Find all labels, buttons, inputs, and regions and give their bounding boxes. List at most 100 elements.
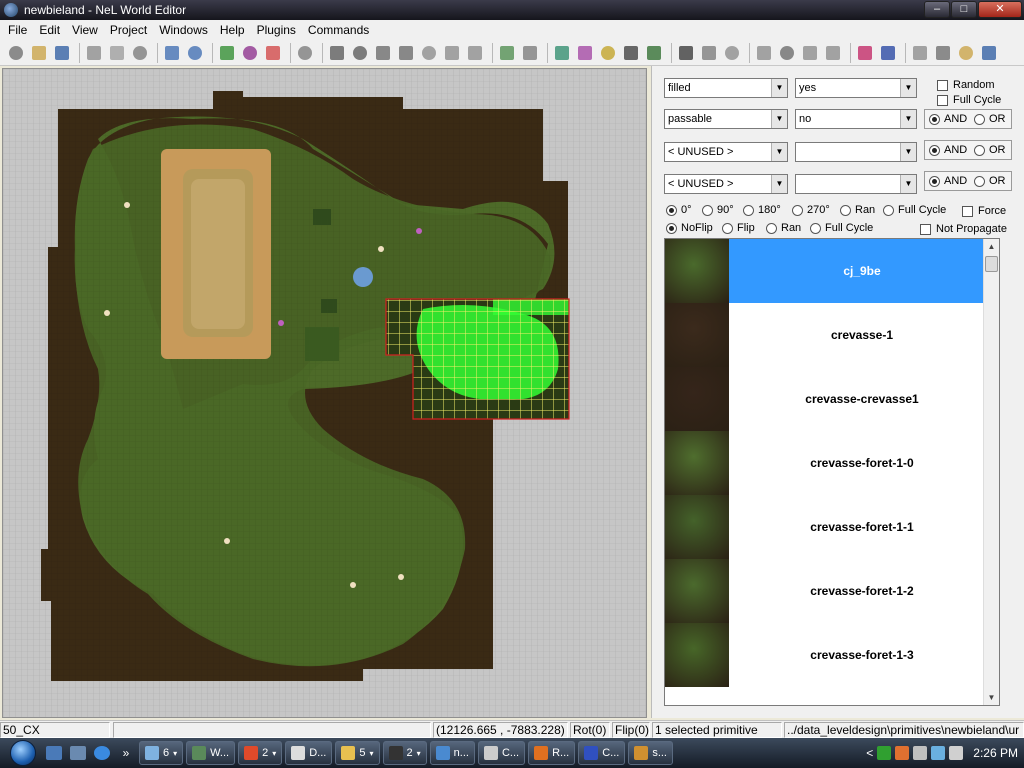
random-checkbox[interactable]: Random [937,79,995,91]
rotate-icon[interactable] [373,43,393,63]
filter-4-and-radio[interactable]: AND [929,175,967,187]
snap-icon[interactable] [419,43,439,63]
rotation-full-cycle-radio[interactable]: Full Cycle [883,204,946,216]
menu-windows[interactable]: Windows [153,23,214,37]
paste-icon[interactable] [130,43,150,63]
scroll-up-icon[interactable]: ▲ [984,239,999,254]
link-icon[interactable] [520,43,540,63]
color-icon[interactable] [263,43,283,63]
tile-item[interactable]: crevasse-foret-1-2 [665,559,995,623]
move-icon[interactable] [350,43,370,63]
dots-icon[interactable] [878,43,898,63]
tray-expand-icon[interactable]: < [866,746,873,760]
frame-icon[interactable] [800,43,820,63]
taskbar-button[interactable]: C... [477,741,526,765]
filter-2-and-radio[interactable]: AND [929,113,967,125]
star-icon[interactable] [598,43,618,63]
filter-3-value-select[interactable]: ▼ [795,142,917,162]
clock[interactable]: 2:26 PM [973,746,1018,760]
maximize-button[interactable]: □ [951,1,977,18]
filter-2-or-radio[interactable]: OR [974,113,1006,125]
filter-4-field-select[interactable]: < UNUSED > ▼ [664,174,788,194]
monitor-icon[interactable] [931,746,946,760]
zoom-icon[interactable] [777,43,797,63]
pointer-icon[interactable] [327,43,347,63]
quick-launch-more-icon[interactable]: » [116,743,136,763]
scale-icon[interactable] [396,43,416,63]
redo-icon[interactable] [185,43,205,63]
rotation-0-radio[interactable]: 0° [666,204,692,216]
cut-icon[interactable] [84,43,104,63]
grid-icon[interactable] [217,43,237,63]
tile-list-scrollbar[interactable]: ▲ ▼ [983,239,999,705]
switch-windows-icon[interactable] [68,743,88,763]
connect-icon[interactable] [295,43,315,63]
flip-random-radio[interactable]: Ran [766,222,801,234]
tile-item[interactable]: crevasse-foret-1-0 [665,431,995,495]
tile-item[interactable]: crevasse-crevasse1 [665,367,995,431]
app-tray-icon[interactable] [895,746,910,760]
rotation-90-radio[interactable]: 90° [702,204,734,216]
tile-item[interactable]: crevasse-foret-1-3 [665,623,995,687]
tile-list[interactable]: crevasse-foret-1-3 crevasse-foret-1-2 crev… [664,238,1000,706]
color-map-icon[interactable] [956,43,976,63]
save-icon[interactable] [52,43,72,63]
taskbar-button[interactable]: D... [285,741,333,765]
taskbar-button[interactable]: C... [578,741,626,765]
tile-item[interactable]: crevasse-foret-1-1 [665,495,995,559]
filter-4-value-select[interactable]: ▼ [795,174,917,194]
filter-3-or-radio[interactable]: OR [974,144,1006,156]
printer-icon[interactable] [913,746,928,760]
menu-help[interactable]: Help [214,23,251,37]
open-folder-icon[interactable] [29,43,49,63]
tile-item[interactable]: cj_9be [665,239,995,303]
map-viewport[interactable] [2,68,647,718]
close-button[interactable]: ✕ [978,1,1022,18]
grid-large-icon[interactable] [699,43,719,63]
full-cycle-checkbox[interactable]: Full Cycle [937,94,1001,106]
camera-icon[interactable] [644,43,664,63]
grid-fine-icon[interactable] [722,43,742,63]
tile-item[interactable]: crevasse-1 [665,303,995,367]
taskbar-button[interactable]: 2 ▾ [238,741,283,765]
filter-3-field-select[interactable]: < UNUSED > ▼ [664,142,788,162]
minimize-button[interactable]: – [924,1,950,18]
menu-file[interactable]: File [2,23,33,37]
target-icon[interactable] [442,43,462,63]
filter-4-or-radio[interactable]: OR [974,175,1006,187]
tree-icon[interactable] [497,43,517,63]
sphere-icon[interactable] [552,43,572,63]
rotation-180-radio[interactable]: 180° [743,204,781,216]
taskbar-button[interactable]: s... [628,741,673,765]
start-button[interactable] [6,738,40,768]
circle-icon[interactable] [465,43,485,63]
taskbar-button[interactable]: W... [186,741,236,765]
not-propagate-checkbox[interactable]: Not Propagate [920,223,1007,235]
network-icon[interactable] [877,746,892,760]
taskbar-button[interactable]: 2 ▾ [382,741,427,765]
brush-icon[interactable] [855,43,875,63]
scrollbar-thumb[interactable] [985,256,998,272]
hub-icon[interactable] [676,43,696,63]
gear-icon[interactable] [575,43,595,63]
menu-commands[interactable]: Commands [302,23,375,37]
menu-plugins[interactable]: Plugins [251,23,302,37]
menu-edit[interactable]: Edit [33,23,66,37]
rotation-random-radio[interactable]: Ran [840,204,875,216]
taskbar-button[interactable]: 5 ▾ [335,741,380,765]
flip-flip-radio[interactable]: Flip [722,222,755,234]
filter-2-value-select[interactable]: no ▼ [795,109,917,129]
show-desktop-icon[interactable] [44,743,64,763]
flip-full-cycle-radio[interactable]: Full Cycle [810,222,873,234]
disk-icon[interactable] [754,43,774,63]
properties-icon[interactable] [910,43,930,63]
taskbar-button[interactable]: 6 ▾ [139,741,184,765]
menu-project[interactable]: Project [104,23,153,37]
internet-explorer-icon[interactable] [92,743,112,763]
taskbar-button[interactable]: R... [528,741,576,765]
volume-icon[interactable] [949,746,964,760]
copy-icon[interactable] [107,43,127,63]
filter-1-value-select[interactable]: yes ▼ [795,78,917,98]
document-icon[interactable] [979,43,999,63]
rotation-270-radio[interactable]: 270° [792,204,830,216]
